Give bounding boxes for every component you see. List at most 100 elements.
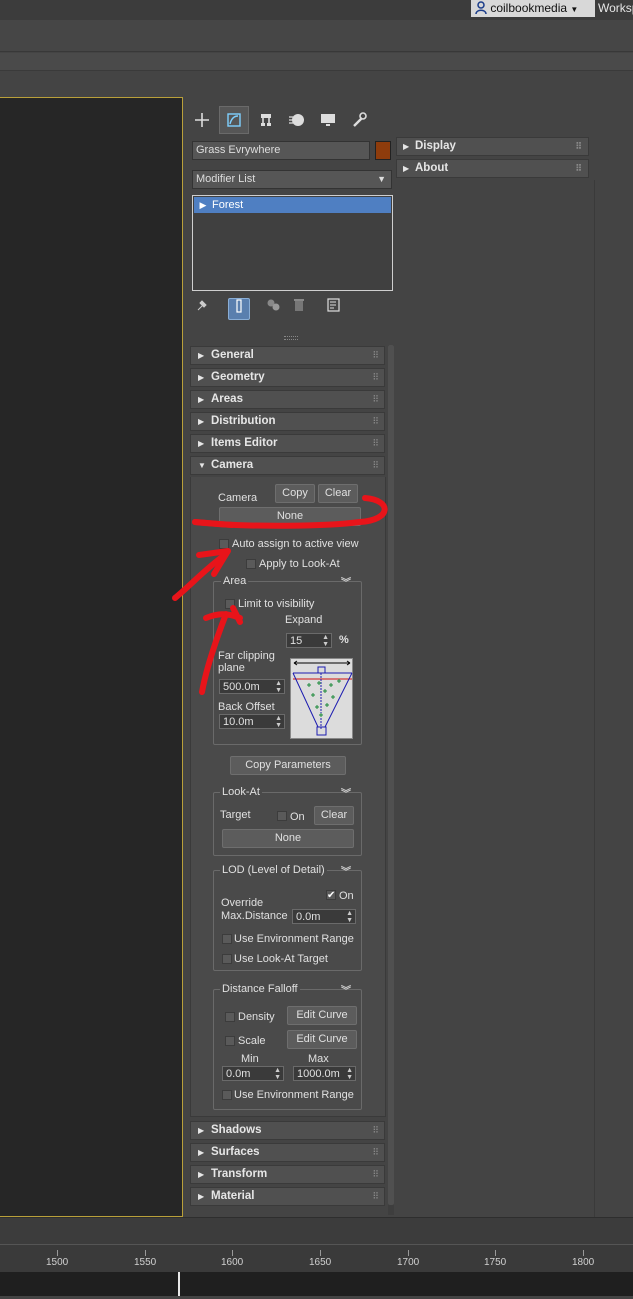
stack-item-forest[interactable]: ▶ Forest bbox=[194, 197, 391, 213]
make-unique-icon[interactable] bbox=[264, 298, 284, 318]
ruler-tick bbox=[145, 1250, 146, 1256]
spinner-arrows-icon[interactable]: ▲ ▼ bbox=[275, 715, 282, 729]
spinner-arrows-icon[interactable]: ▲ ▼ bbox=[274, 1067, 281, 1081]
time-slider-bar[interactable] bbox=[0, 1217, 633, 1244]
caret-right-icon: ▶ bbox=[198, 439, 205, 448]
track-bar[interactable] bbox=[0, 1272, 633, 1296]
motion-icon[interactable] bbox=[283, 107, 311, 133]
drag-grip-icon: ⠿ bbox=[372, 350, 379, 360]
far-clipping-spinner[interactable]: 500.0m ▲ ▼ bbox=[219, 679, 285, 694]
scale-label: Scale bbox=[238, 1035, 266, 1047]
stack-item-label: Forest bbox=[212, 199, 244, 211]
lod-use-env-range-checkbox[interactable] bbox=[222, 934, 232, 944]
falloff-max-spinner[interactable]: 1000.0m ▲ ▼ bbox=[293, 1066, 356, 1081]
modifier-stack[interactable]: ▶ Forest bbox=[192, 195, 393, 291]
lookat-pick-button[interactable]: None bbox=[222, 829, 354, 848]
rollout-general[interactable]: ▶ General ⠿ bbox=[190, 346, 385, 365]
spinner-arrows-icon[interactable]: ▲ ▼ bbox=[322, 634, 329, 648]
spinner-arrows-icon[interactable]: ▲ ▼ bbox=[275, 680, 282, 694]
pin-stack-icon[interactable] bbox=[192, 298, 212, 318]
falloff-group-title: Distance Falloff bbox=[220, 983, 300, 995]
caret-right-icon: ▶ bbox=[198, 373, 205, 382]
rollout-scrollbar[interactable] bbox=[388, 345, 394, 1215]
ruler-label: 1600 bbox=[221, 1257, 244, 1268]
user-name: coilbookmedia bbox=[490, 1, 568, 15]
panel-splitter[interactable] bbox=[284, 336, 298, 340]
configure-modifier-sets-icon[interactable] bbox=[324, 298, 344, 318]
target-label: Target bbox=[220, 809, 251, 821]
copy-parameters-button[interactable]: Copy Parameters bbox=[230, 756, 346, 775]
use-lookat-target-checkbox[interactable] bbox=[222, 954, 232, 964]
object-name-field[interactable]: Grass Evrywhere bbox=[192, 141, 370, 160]
show-end-result-icon[interactable] bbox=[228, 298, 250, 320]
expand-label: Expand bbox=[285, 614, 323, 626]
spinner-arrows-icon[interactable]: ▲ ▼ bbox=[346, 910, 353, 924]
object-color-swatch[interactable] bbox=[375, 141, 391, 160]
collapse-chevron-icon[interactable]: ︾ bbox=[341, 785, 351, 800]
spinner-arrows-icon[interactable]: ▲ ▼ bbox=[346, 1067, 353, 1081]
caret-right-icon: ▶ bbox=[198, 1126, 205, 1135]
back-offset-spinner[interactable]: 10.0m ▲ ▼ bbox=[219, 714, 285, 729]
user-account-menu[interactable]: coilbookmedia ▼ bbox=[471, 0, 595, 17]
caret-right-icon: ▶ bbox=[198, 395, 205, 404]
rollout-surfaces[interactable]: ▶ Surfaces ⠿ bbox=[190, 1143, 385, 1162]
apply-lookat-checkbox[interactable] bbox=[246, 559, 256, 569]
display-icon[interactable] bbox=[314, 107, 342, 133]
density-edit-curve-button[interactable]: Edit Curve bbox=[287, 1006, 357, 1025]
time-cursor[interactable] bbox=[178, 1272, 180, 1296]
camera-frustum-diagram bbox=[290, 658, 353, 739]
drag-grip-icon: ⠿ bbox=[575, 141, 582, 151]
user-icon bbox=[475, 1, 487, 15]
rollout-about[interactable]: ▶ About ⠿ bbox=[396, 159, 589, 178]
collapse-chevron-icon[interactable]: ︾ bbox=[341, 574, 351, 589]
drag-grip-icon: ⠿ bbox=[372, 1191, 379, 1201]
use-lookat-target-label: Use Look-At Target bbox=[234, 953, 328, 965]
rollout-display[interactable]: ▶ Display ⠿ bbox=[396, 137, 589, 156]
ruler-tick bbox=[408, 1250, 409, 1256]
falloff-use-env-range-checkbox[interactable] bbox=[222, 1090, 232, 1100]
rollout-distribution[interactable]: ▶ Distribution ⠿ bbox=[190, 412, 385, 431]
collapse-chevron-icon[interactable]: ︾ bbox=[341, 982, 351, 997]
limit-visibility-label: Limit to visibility bbox=[238, 598, 315, 610]
utilities-icon[interactable] bbox=[345, 107, 373, 133]
modifier-list-dropdown[interactable]: Modifier List ▼ bbox=[192, 170, 392, 189]
scale-checkbox[interactable] bbox=[225, 1036, 235, 1046]
lod-on-label: On bbox=[339, 890, 354, 902]
rollout-items-editor[interactable]: ▶ Items Editor ⠿ bbox=[190, 434, 385, 453]
scrollbar-thumb[interactable] bbox=[388, 345, 394, 1205]
max-distance-spinner[interactable]: 0.0m ▲ ▼ bbox=[292, 909, 356, 924]
camera-clear-button[interactable]: Clear bbox=[318, 484, 358, 503]
rollout-areas[interactable]: ▶ Areas ⠿ bbox=[190, 390, 385, 409]
collapse-chevron-icon[interactable]: ︾ bbox=[341, 863, 351, 878]
camera-pick-button[interactable]: None bbox=[219, 507, 361, 526]
limit-visibility-checkbox[interactable] bbox=[225, 599, 235, 609]
viewport[interactable] bbox=[0, 97, 183, 1217]
rollout-camera[interactable]: ▼ Camera ⠿ bbox=[190, 456, 385, 475]
expand-spinner[interactable]: 15 ▲ ▼ bbox=[286, 633, 332, 648]
hierarchy-icon[interactable] bbox=[252, 107, 280, 133]
density-checkbox[interactable] bbox=[225, 1012, 235, 1022]
lookat-clear-button[interactable]: Clear bbox=[314, 806, 354, 825]
falloff-min-spinner[interactable]: 0.0m ▲ ▼ bbox=[222, 1066, 284, 1081]
auto-assign-checkbox[interactable] bbox=[219, 539, 229, 549]
drag-grip-icon: ⠿ bbox=[372, 1147, 379, 1157]
apply-lookat-label: Apply to Look-At bbox=[259, 558, 340, 570]
ruler-label: 1650 bbox=[309, 1257, 332, 1268]
secondary-rollout-panel bbox=[395, 180, 595, 1217]
modify-icon[interactable] bbox=[219, 106, 249, 134]
scale-edit-curve-button[interactable]: Edit Curve bbox=[287, 1030, 357, 1049]
rollout-material[interactable]: ▶ Material ⠿ bbox=[190, 1187, 385, 1206]
lod-on-checkbox[interactable]: ✔ bbox=[326, 890, 336, 901]
rollout-shadows[interactable]: ▶ Shadows ⠿ bbox=[190, 1121, 385, 1140]
ruler-tick bbox=[232, 1250, 233, 1256]
rollout-geometry[interactable]: ▶ Geometry ⠿ bbox=[190, 368, 385, 387]
lookat-group-title: Look-At bbox=[220, 786, 262, 798]
rollout-transform[interactable]: ▶ Transform ⠿ bbox=[190, 1165, 385, 1184]
expand-arrow-icon[interactable]: ▶ bbox=[194, 197, 212, 213]
lookat-on-checkbox[interactable] bbox=[277, 811, 287, 821]
workspace-menu[interactable]: Worksp bbox=[598, 0, 633, 17]
create-icon[interactable] bbox=[188, 107, 216, 133]
timeline-ruler[interactable]: 1500 1550 1600 1650 1700 1750 1800 bbox=[0, 1244, 633, 1272]
remove-modifier-icon[interactable] bbox=[289, 298, 309, 318]
camera-copy-button[interactable]: Copy bbox=[275, 484, 315, 503]
